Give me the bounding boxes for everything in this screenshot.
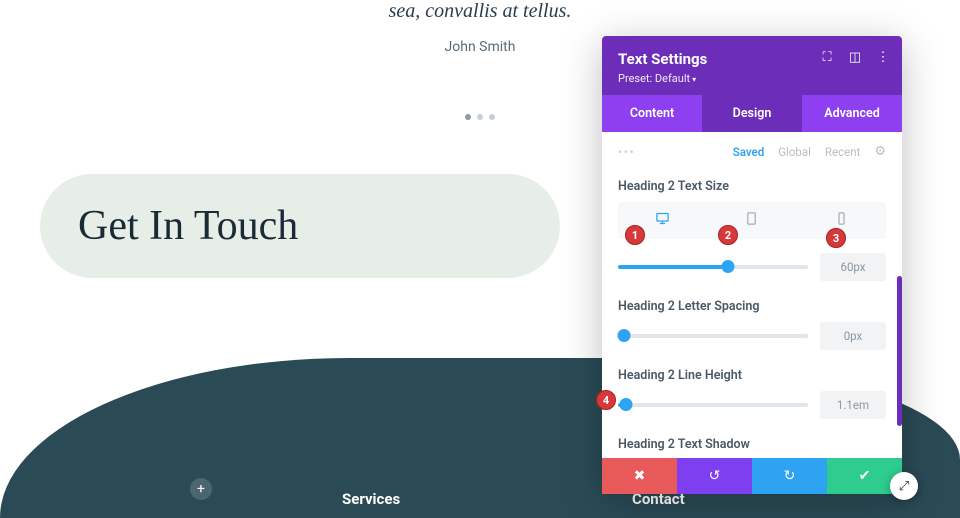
phone-icon [834, 211, 849, 226]
add-section-button[interactable]: + [190, 478, 212, 500]
more-icon[interactable]: ⋮ [876, 50, 890, 64]
letter-spacing-value[interactable]: 0px [820, 322, 886, 350]
filter-saved[interactable]: Saved [733, 145, 764, 159]
panel-body: ••• Saved Global Recent ⚙ Heading 2 Text… [602, 132, 902, 458]
layout-icon[interactable]: ◫ [848, 50, 862, 64]
footer-services-column: Services [342, 490, 400, 514]
filter-row: ••• Saved Global Recent ⚙ [618, 132, 886, 169]
responsive-tabs [618, 202, 886, 239]
line-height-slider[interactable] [618, 403, 808, 407]
tablet-icon [744, 211, 759, 226]
text-size-label: Heading 2 Text Size [618, 179, 886, 194]
annotation-badge-3: 3 [826, 228, 846, 248]
undo-button[interactable]: ↺ [677, 458, 752, 494]
text-size-slider[interactable] [618, 265, 808, 269]
hero-section[interactable]: Get In Touch [40, 174, 560, 278]
close-button[interactable]: ✖ [602, 458, 677, 494]
annotation-badge-2: 2 [718, 225, 738, 245]
text-settings-panel: Text Settings Preset: Default ⛶ ◫ ⋮ Cont… [602, 36, 902, 494]
tab-advanced[interactable]: Advanced [802, 95, 902, 132]
tab-design[interactable]: Design [702, 95, 802, 132]
letter-spacing-label: Heading 2 Letter Spacing [618, 299, 886, 314]
annotation-badge-1: 1 [625, 225, 645, 245]
panel-header[interactable]: Text Settings Preset: Default ⛶ ◫ ⋮ [602, 36, 902, 95]
footer-services-heading: Services [342, 490, 400, 508]
preset-dropdown[interactable]: Preset: Default [618, 72, 886, 85]
scroll-indicator[interactable] [897, 276, 902, 426]
filter-recent[interactable]: Recent [825, 145, 860, 159]
panel-footer: ✖ ↺ ↻ ✔ [602, 458, 902, 494]
annotation-badge-4: 4 [596, 390, 616, 410]
text-shadow-label: Heading 2 Text Shadow [618, 437, 886, 452]
tab-content[interactable]: Content [602, 95, 702, 132]
gear-icon[interactable]: ⚙ [874, 144, 886, 159]
desktop-icon [655, 211, 670, 226]
panel-tabs: Content Design Advanced [602, 95, 902, 132]
more-options-icon[interactable]: ••• [618, 145, 636, 159]
hero-heading: Get In Touch [78, 202, 522, 250]
letter-spacing-slider[interactable] [618, 334, 808, 338]
filter-global[interactable]: Global [778, 145, 811, 159]
redo-button[interactable]: ↻ [752, 458, 827, 494]
testimonial-quote: sea, convallis at tellus. [0, 0, 960, 23]
line-height-label: Heading 2 Line Height [618, 368, 886, 383]
text-size-value[interactable]: 60px [820, 253, 886, 281]
expand-button[interactable]: ⤢ [890, 472, 918, 500]
line-height-value[interactable]: 1.1em [820, 391, 886, 419]
focus-icon[interactable]: ⛶ [820, 50, 834, 64]
